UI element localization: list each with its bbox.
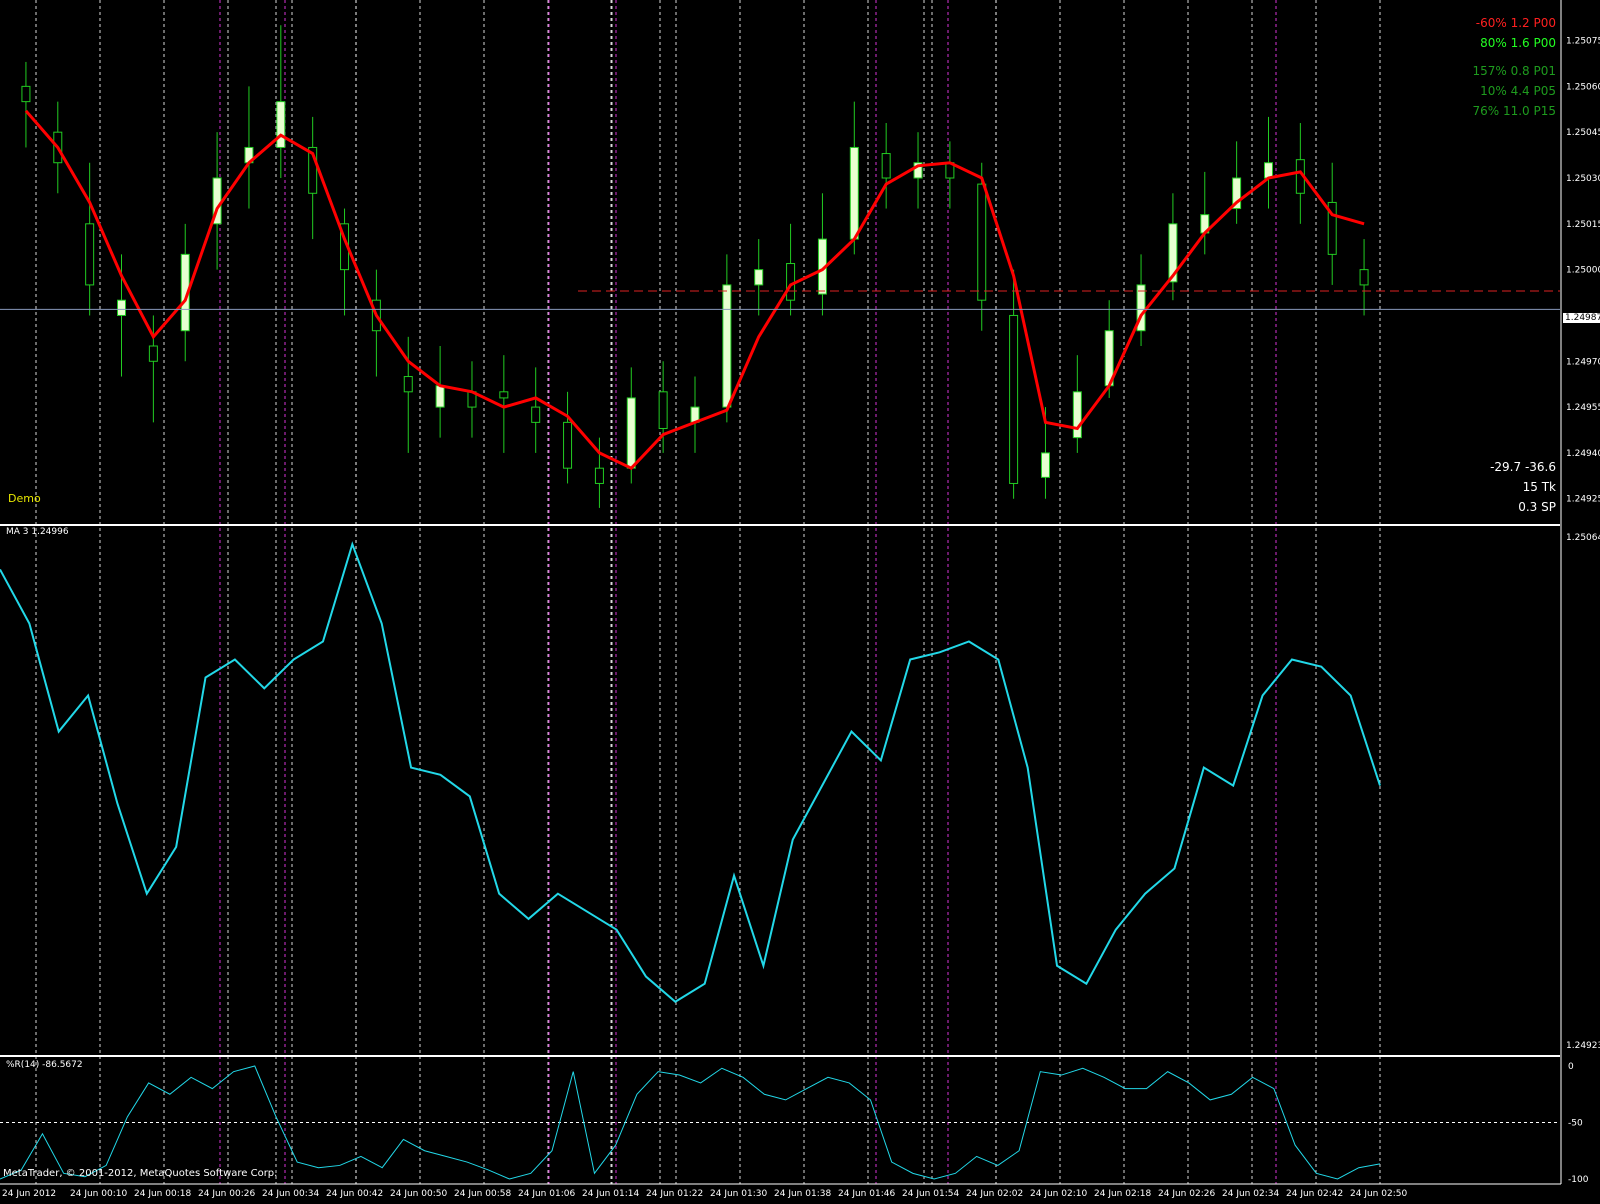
bull-candle (1072, 391, 1082, 439)
price-tick-label: 1.24955 (1566, 403, 1600, 413)
stat-line: 157% 0.8 P01 (1472, 64, 1556, 78)
price-tick-label: 1.24940 (1566, 449, 1600, 459)
bull-candle (754, 269, 764, 286)
bear-candle (594, 467, 604, 484)
bull-candle (435, 385, 445, 408)
price-tick-label: 1.24925 (1566, 495, 1600, 505)
stat-line: -60% 1.2 P00 (1475, 16, 1556, 30)
time-tick-label: 24 Jun 02:18 (1094, 1189, 1151, 1199)
time-tick-label: 24 Jun 02:10 (1030, 1189, 1087, 1199)
bear-candle (786, 263, 796, 301)
price-tick-label: 1.25075 (1566, 37, 1600, 47)
bear-candle (1009, 314, 1019, 484)
wpr-scale-label: 0 (1568, 1062, 1574, 1072)
time-tick-label: 24 Jun 00:42 (326, 1189, 383, 1199)
bear-candle (21, 85, 31, 103)
time-tick-label: 24 Jun 01:06 (518, 1189, 575, 1199)
time-tick-label: 24 Jun 00:10 (70, 1189, 127, 1199)
stat-line: 10% 4.4 P05 (1480, 84, 1556, 98)
bull-candle (849, 146, 859, 240)
time-tick-label: 24 Jun 01:38 (774, 1189, 831, 1199)
bear-candle (881, 153, 891, 179)
demo-label: Demo (8, 492, 41, 505)
time-tick-label: 24 Jun 00:58 (454, 1189, 511, 1199)
time-tick-label: 24 Jun 00:50 (390, 1189, 447, 1199)
stat-line: -29.7 -36.6 (1490, 460, 1556, 474)
time-tick-label: 24 Jun 01:14 (582, 1189, 639, 1199)
bull-candle (722, 284, 732, 408)
time-tick-label: 24 Jun 00:18 (134, 1189, 191, 1199)
ma-panel-label: MA 3 1.24996 (6, 527, 69, 537)
bull-candle (626, 397, 636, 469)
price-tick-label: 1.25015 (1566, 220, 1600, 230)
price-tick-label: 1.25000 (1566, 266, 1600, 276)
time-tick-label: 24 Jun 02:50 (1350, 1189, 1407, 1199)
bull-candle (276, 101, 286, 148)
time-tick-label: 24 Jun 00:34 (262, 1189, 319, 1199)
stat-line: 80% 1.6 P00 (1480, 36, 1556, 50)
price-tick-label: 1.25045 (1566, 128, 1600, 138)
bear-candle (531, 406, 541, 423)
stat-line: 0.3 SP (1518, 500, 1556, 514)
bear-candle (403, 376, 413, 393)
bull-candle (1263, 162, 1273, 179)
copyright-text: MetaTrader, © 2001-2012, MetaQuotes Soft… (3, 1168, 278, 1179)
ma-scale-top: 1.25064 (1566, 533, 1600, 543)
time-tick-label: 24 Jun 01:46 (838, 1189, 895, 1199)
wpr-panel-label: %R(14) -86.5672 (6, 1060, 83, 1070)
trading-chart: 24 Jun 2012 24 Jun 00:10 24 Jun 00:18 24 Ju… (0, 0, 1600, 1199)
ma-scale-bottom: 1.24923 (1566, 1041, 1600, 1051)
current-price-value: 1.24987 (1565, 313, 1600, 323)
bear-candle (499, 391, 509, 399)
current-price-tag: 1.24987 (1563, 313, 1600, 323)
chart-window: 24 Jun 2012 24 Jun 00:10 24 Jun 00:18 24 Ju… (0, 0, 1600, 1200)
price-tick-label: 1.24970 (1566, 357, 1600, 367)
stats-top-block: -60% 1.2 P00 80% 1.6 P00 157% 0.8 P01 10… (1472, 13, 1556, 121)
time-tick-label: 24 Jun 02:42 (1286, 1189, 1343, 1199)
time-tick-label: 24 Jun 02:34 (1222, 1189, 1279, 1199)
price-tick-label: 1.25060 (1566, 82, 1600, 92)
stat-line: 15 Tk (1522, 480, 1556, 494)
price-tick-label: 1.25030 (1566, 174, 1600, 184)
stats-bottom-block: -29.7 -36.6 15 Tk 0.3 SP (1490, 457, 1556, 517)
bear-candle (658, 391, 668, 429)
time-tick-label: 24 Jun 01:30 (710, 1189, 767, 1199)
bull-candle (117, 299, 127, 316)
bull-candle (1040, 452, 1050, 478)
bear-candle (85, 223, 95, 286)
time-tick-label: 24 Jun 01:54 (902, 1189, 959, 1199)
ma3-indicator-line (0, 541, 1381, 1003)
bear-candle (563, 421, 573, 469)
wpr-scale-label: -50 (1568, 1119, 1583, 1129)
time-tick-label: 24 Jun 02:02 (966, 1189, 1023, 1199)
bear-candle (977, 183, 987, 301)
time-tick-label: 24 Jun 01:22 (646, 1189, 703, 1199)
stat-line: 76% 11.0 P15 (1472, 104, 1556, 118)
time-tick-label: 24 Jun 02:26 (1158, 1189, 1215, 1199)
time-tick-label: 24 Jun 2012 (2, 1189, 56, 1199)
time-tick-label: 24 Jun 00:26 (198, 1189, 255, 1199)
wpr-scale-label: -100 (1568, 1175, 1589, 1185)
bear-candle (148, 345, 158, 362)
bear-candle (1359, 269, 1369, 286)
